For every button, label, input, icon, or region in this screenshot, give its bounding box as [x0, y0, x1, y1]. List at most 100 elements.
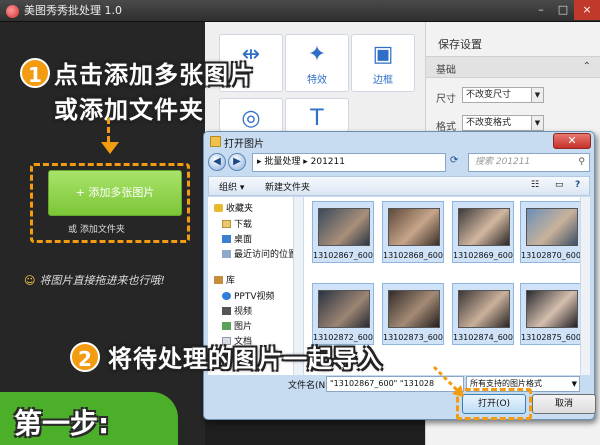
back-icon[interactable]: ◀: [208, 153, 226, 171]
tool-frame[interactable]: ▣ 边框: [351, 34, 415, 92]
file-name: 13102869_600: [453, 251, 513, 260]
tool-frame-label: 边框: [373, 75, 393, 86]
library-icon: [214, 276, 223, 284]
basic-section-header[interactable]: 基础 ⌃: [426, 56, 600, 78]
nav-downloads[interactable]: 下载: [222, 217, 252, 230]
down-arrow-icon: [101, 118, 119, 156]
diagonal-arrow-icon: [432, 365, 464, 397]
cancel-button[interactable]: 取消: [532, 394, 596, 414]
photo-thumbnail: [526, 208, 578, 246]
app-title: 美图秀秀批处理 1.0: [24, 4, 122, 17]
command-bar: 组织 ▾ 新建文件夹 ☷ ▭ ?: [208, 176, 590, 196]
step-1-instruction-line2: 或添加文件夹: [54, 96, 204, 124]
step-1-badge: 1: [20, 58, 50, 88]
nav-pictures-label: 图片: [234, 322, 253, 332]
tool-beautify[interactable]: ◎: [219, 98, 283, 132]
title-bar: 美图秀秀批处理 1.0 – □ ×: [0, 0, 600, 22]
dialog-title: 打开图片: [224, 139, 264, 150]
photo-thumbnail: [318, 290, 370, 328]
nav-pictures[interactable]: 图片: [222, 319, 252, 332]
organize-menu[interactable]: 组织 ▾: [219, 180, 244, 193]
nav-libraries[interactable]: 库: [214, 273, 235, 286]
file-name: 13102874_600: [453, 333, 513, 342]
size-select-value: 不改变尺寸: [466, 90, 512, 100]
file-thumbnail[interactable]: 13102869_600: [452, 201, 514, 263]
nav-videos[interactable]: 视频: [222, 304, 252, 317]
open-image-dialog: 打开图片 ✕ ◀ ▶ ▸ 批量处理 ▸ 201211 ⟳ 搜索 201211 ⚲…: [203, 131, 596, 420]
format-select[interactable]: 不改变格式 ▼: [462, 115, 544, 131]
address-bar[interactable]: ▸ 批量处理 ▸ 201211: [252, 153, 446, 172]
recent-places-icon: [222, 250, 231, 258]
nav-libraries-label: 库: [226, 276, 236, 286]
view-options-icon[interactable]: ☷: [531, 180, 539, 190]
step-2-badge: 2: [70, 342, 100, 372]
nav-desktop-label: 桌面: [234, 235, 253, 245]
nav-favorites-label: 收藏夹: [226, 204, 254, 214]
minimize-button[interactable]: –: [530, 0, 552, 20]
folder-icon: [210, 136, 221, 147]
beautify-icon: ◎: [241, 106, 261, 131]
file-name: 13102870_600: [521, 251, 581, 260]
new-folder-button[interactable]: 新建文件夹: [265, 180, 310, 193]
nav-favorites[interactable]: 收藏夹: [214, 201, 253, 214]
add-folder-link[interactable]: 或 添加文件夹: [68, 222, 125, 235]
window-controls: – □ ×: [530, 0, 600, 22]
file-name: 13102868_600: [383, 251, 443, 260]
pptv-icon: [222, 292, 231, 300]
video-library-icon: [222, 307, 231, 315]
maximize-button[interactable]: □: [552, 0, 574, 20]
desktop-icon: [222, 235, 231, 243]
step-2-instruction: 将待处理的图片一起导入: [108, 345, 383, 373]
dialog-close-button[interactable]: ✕: [553, 133, 591, 149]
forward-icon[interactable]: ▶: [228, 153, 246, 171]
open-button[interactable]: 打开(O): [462, 394, 526, 414]
file-thumbnail[interactable]: 13102868_600: [382, 201, 444, 263]
basic-section-label: 基础: [436, 65, 456, 76]
photo-thumbnail: [388, 290, 440, 328]
download-folder-icon: [222, 220, 231, 228]
help-icon[interactable]: ?: [575, 180, 580, 190]
text-icon: T: [310, 106, 324, 131]
step-banner-text: 第一步:: [14, 407, 110, 440]
breadcrumb: ▸ 批量处理 ▸ 201211: [257, 157, 345, 167]
size-label: 尺寸: [436, 94, 456, 105]
save-settings-title: 保存设置: [438, 38, 482, 51]
favorites-icon: [214, 204, 223, 212]
dropdown-arrow-icon: ▼: [531, 88, 543, 102]
tool-text[interactable]: T: [285, 98, 349, 132]
drag-tip-text: 将图片直接拖进来也行哦!: [39, 274, 165, 287]
magic-wand-icon: ✦: [307, 42, 327, 67]
file-thumbnail[interactable]: 13102875_600: [520, 283, 582, 345]
file-list-scrollbar[interactable]: [580, 197, 590, 375]
address-row: ◀ ▶ ▸ 批量处理 ▸ 201211 ⟳ 搜索 201211 ⚲: [208, 152, 590, 174]
drag-tip: ☺ 将图片直接拖进来也行哦!: [24, 272, 165, 288]
preview-pane-icon[interactable]: ▭: [555, 180, 564, 190]
tool-effects[interactable]: ✦ 特效: [285, 34, 349, 92]
nav-pptv-label: PPTV视频: [234, 292, 275, 302]
file-thumbnail[interactable]: 13102872_600: [312, 283, 374, 345]
file-thumbnail[interactable]: 13102874_600: [452, 283, 514, 345]
nav-recent[interactable]: 最近访问的位置: [222, 247, 297, 260]
filetype-value: 所有支持的图片格式: [470, 379, 542, 388]
file-thumbnail[interactable]: 13102867_600: [312, 201, 374, 263]
search-icon: ⚲: [578, 157, 585, 167]
size-select[interactable]: 不改变尺寸 ▼: [462, 87, 544, 103]
tool-effects-label: 特效: [307, 75, 327, 86]
format-select-value: 不改变格式: [466, 118, 512, 128]
nav-pptv[interactable]: PPTV视频: [222, 289, 275, 302]
photo-thumbnail: [458, 208, 510, 246]
file-thumbnail[interactable]: 13102873_600: [382, 283, 444, 345]
file-thumbnail[interactable]: 13102870_600: [520, 201, 582, 263]
nav-recent-label: 最近访问的位置: [234, 250, 298, 260]
refresh-icon[interactable]: ⟳: [450, 155, 458, 166]
photo-thumbnail: [318, 208, 370, 246]
close-button[interactable]: ×: [574, 0, 600, 20]
search-input[interactable]: 搜索 201211 ⚲: [468, 153, 590, 172]
photo-thumbnail: [526, 290, 578, 328]
nav-desktop[interactable]: 桌面: [222, 232, 252, 245]
photo-thumbnail: [458, 290, 510, 328]
nav-downloads-label: 下载: [234, 220, 253, 230]
add-images-button[interactable]: + 添加多张图片: [48, 170, 182, 216]
frame-icon: ▣: [372, 42, 394, 67]
dropdown-arrow-icon: ▼: [571, 380, 577, 388]
